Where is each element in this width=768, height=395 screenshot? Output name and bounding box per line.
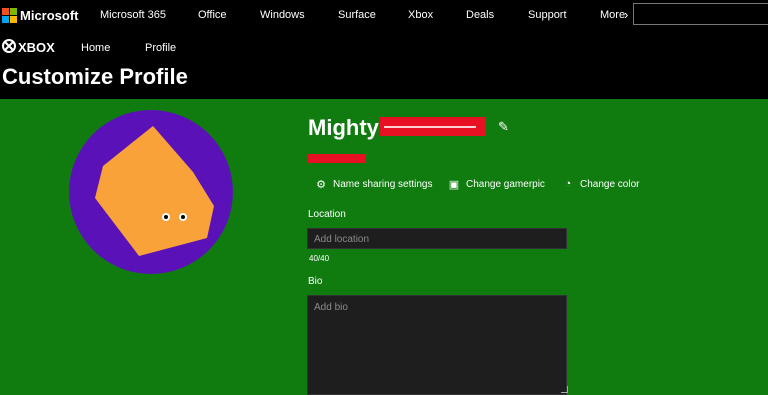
resize-handle-icon[interactable] (561, 386, 568, 393)
top-navigation-bar: Microsoft Microsoft 365 Office Windows S… (0, 0, 768, 32)
gamertag: Mighty (308, 115, 379, 140)
gamerpic-shape (95, 126, 214, 256)
xbox-navigation-bar (0, 32, 768, 62)
nav-support[interactable]: Support (528, 9, 567, 21)
nav-windows[interactable]: Windows (260, 9, 305, 21)
name-sharing-settings-label: Name sharing settings (333, 179, 433, 190)
page-title: Customize Profile (2, 64, 188, 89)
change-color-label: Change color (580, 178, 640, 190)
location-input[interactable]: Add location (307, 228, 567, 249)
microsoft-brand[interactable]: Microsoft (20, 8, 79, 23)
xbox-logo-icon[interactable] (2, 39, 16, 53)
avatar (69, 110, 233, 274)
nav-deals[interactable]: Deals (466, 9, 494, 21)
edit-pencil-icon[interactable]: ✎ (498, 119, 509, 135)
bio-label: Bio (308, 276, 323, 287)
avatar-eye-right (179, 213, 187, 221)
nav-xbox[interactable]: Xbox (408, 9, 433, 21)
avatar-eye-left (162, 213, 170, 221)
change-color-button[interactable]: ◔ Change color (562, 178, 640, 190)
nav-more[interactable]: More (600, 9, 625, 21)
location-label: Location (308, 209, 346, 220)
redacted-real-name (308, 154, 366, 163)
gear-icon: ⚙ (316, 179, 326, 191)
location-char-counter: 40/40 (309, 254, 330, 263)
chevron-right-icon[interactable]: › (624, 7, 628, 22)
nav-surface[interactable]: Surface (338, 9, 376, 21)
nav-home[interactable]: Home (81, 42, 110, 54)
redacted-gamertag-suffix (380, 117, 486, 136)
palette-icon: ◔ (564, 178, 572, 190)
nav-microsoft-365[interactable]: Microsoft 365 (100, 9, 166, 21)
picture-icon: ▣ (448, 179, 460, 191)
search-input[interactable] (633, 3, 768, 25)
change-gamerpic-label: Change gamerpic (466, 179, 545, 190)
nav-office[interactable]: Office (198, 9, 227, 21)
change-gamerpic-button[interactable]: ▣ Change gamerpic (448, 178, 545, 191)
xbox-brand[interactable]: XBOX (18, 40, 55, 55)
microsoft-logo-icon[interactable] (2, 8, 17, 23)
name-sharing-settings-button[interactable]: ⚙ Name sharing settings (315, 178, 433, 191)
bio-textarea[interactable]: Add bio (307, 295, 567, 395)
nav-profile[interactable]: Profile (145, 42, 176, 54)
